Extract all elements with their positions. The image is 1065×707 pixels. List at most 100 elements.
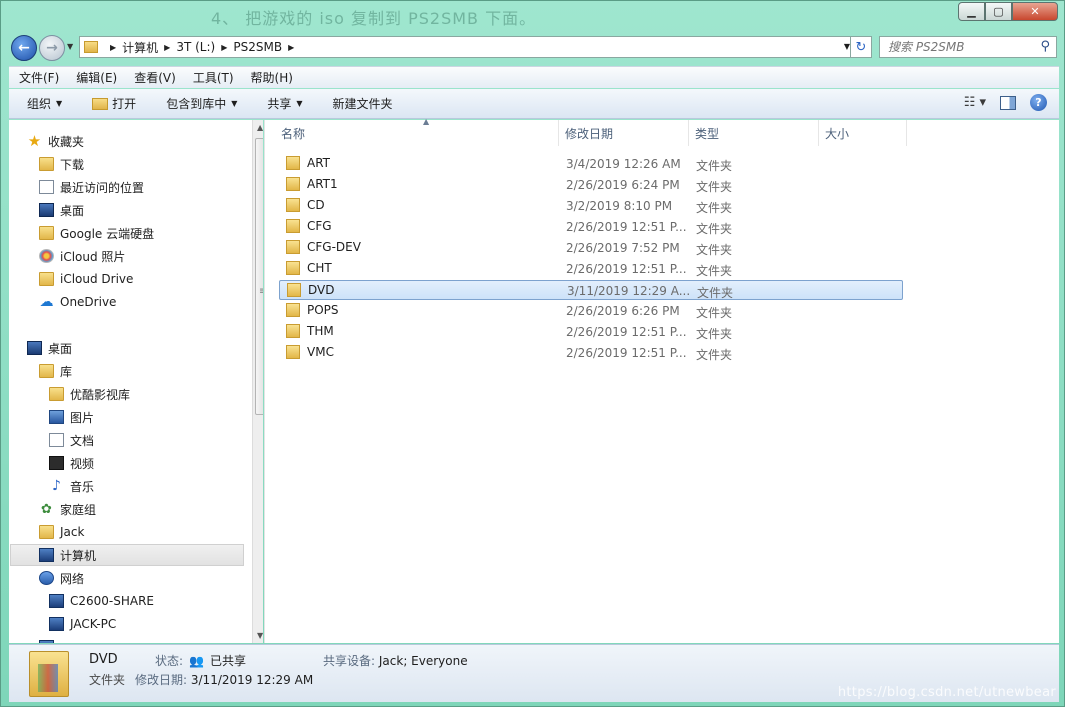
file-row[interactable]: CFG-DEV 2/26/2019 7:52 PM 文件夹: [279, 238, 903, 258]
nav-computer[interactable]: 计算机: [10, 544, 244, 566]
chevron-right-icon[interactable]: ▶: [164, 43, 170, 52]
nav-label: 优酷影视库: [70, 387, 131, 402]
nav-downloads[interactable]: 下载: [39, 153, 263, 175]
caret-down-icon: ▼: [296, 99, 303, 108]
file-row[interactable]: CD 3/2/2019 8:10 PM 文件夹: [279, 196, 903, 216]
search-input[interactable]: [880, 37, 1030, 57]
file-row[interactable]: CFG 2/26/2019 12:51 P... 文件夹: [279, 217, 903, 237]
nav-youku-library[interactable]: 优酷影视库: [49, 383, 263, 405]
nav-network[interactable]: 网络: [39, 567, 263, 589]
computer-icon: [49, 617, 64, 631]
address-bar[interactable]: ▶ 计算机 ▶ 3T (L:) ▶ PS2SMB ▶ ▼: [79, 36, 857, 58]
file-type: 文件夹: [696, 201, 733, 215]
file-name-cell: CFG-DEV: [286, 240, 361, 254]
address-row: ← → ▼ ▶ 计算机 ▶ 3T (L:) ▶ PS2SMB ▶ ▼ ↻ ⚲: [9, 33, 1059, 61]
nav-user-jack[interactable]: Jack: [39, 521, 263, 543]
nav-recent-places[interactable]: 最近访问的位置: [39, 176, 263, 198]
network-icon: [39, 571, 54, 585]
nav-videos[interactable]: 视频: [49, 452, 263, 474]
chevron-right-icon[interactable]: ▶: [288, 43, 294, 52]
new-folder-button[interactable]: 新建文件夹: [333, 95, 393, 112]
column-header-type[interactable]: 类型: [689, 120, 819, 146]
breadcrumb-drive[interactable]: 3T (L:): [176, 40, 215, 54]
title-bar[interactable]: 4、 把游戏的 iso 复制到 PS2SMB 下面。 ▁ ▢ ✕: [1, 1, 1064, 31]
menu-view[interactable]: 查看(V): [134, 69, 176, 86]
file-list-pane[interactable]: 名称 ▲ 修改日期 类型 大小 ART 3/4/2019 12:26 AM 文件夹 AR…: [264, 117, 1059, 643]
menu-edit[interactable]: 编辑(E): [76, 69, 117, 86]
nav-onedrive[interactable]: ☁ OneDrive: [39, 291, 263, 313]
nav-libraries[interactable]: 库: [39, 360, 263, 382]
column-header-modified[interactable]: 修改日期: [559, 120, 689, 146]
nav-cut-off-item[interactable]: [39, 636, 263, 643]
menu-file[interactable]: 文件(F): [19, 69, 59, 86]
menu-help[interactable]: 帮助(H): [251, 69, 293, 86]
star-icon: ★: [27, 132, 42, 150]
nav-icloud-photos[interactable]: iCloud 照片: [39, 245, 263, 267]
column-header-size[interactable]: 大小: [819, 120, 907, 146]
details-item-name: DVD: [89, 652, 118, 667]
history-dropdown-icon[interactable]: ▼: [67, 42, 73, 51]
file-name-cell: CHT: [286, 261, 332, 275]
scroll-down-icon[interactable]: ▼: [257, 631, 263, 640]
file-name-cell: THM: [286, 324, 334, 338]
nav-c2600-share[interactable]: C2600-SHARE: [49, 590, 263, 612]
file-modified: 3/4/2019 12:26 AM: [566, 157, 681, 171]
nav-jack-pc[interactable]: JACK-PC: [49, 613, 263, 635]
organize-button[interactable]: 组织 ▼: [27, 95, 62, 112]
breadcrumb-folder[interactable]: PS2SMB: [233, 40, 282, 54]
open-button[interactable]: 打开: [92, 95, 136, 112]
nav-icloud-drive[interactable]: iCloud Drive: [39, 268, 263, 290]
nav-google-drive[interactable]: Google 云端硬盘: [39, 222, 263, 244]
chevron-right-icon[interactable]: ▶: [221, 43, 227, 52]
nav-favorites[interactable]: ★ 收藏夹: [27, 130, 263, 152]
view-options-icon[interactable]: ☷ ▾: [964, 95, 986, 110]
nav-documents[interactable]: 文档: [49, 429, 263, 451]
homegroup-icon: ✿: [41, 501, 52, 517]
file-row[interactable]: CHT 2/26/2019 12:51 P... 文件夹: [279, 259, 903, 279]
file-row[interactable]: ART1 2/26/2019 6:24 PM 文件夹: [279, 175, 903, 195]
nav-music[interactable]: ♪ 音乐: [49, 475, 263, 497]
navigation-pane[interactable]: ★ 收藏夹 下载 最近访问的位置 桌面 Google 云端硬盘 iCloud 照片…: [9, 120, 263, 643]
search-icon[interactable]: ⚲: [1040, 39, 1050, 54]
icloud-drive-folder-icon: [39, 272, 54, 286]
preview-pane-icon[interactable]: [1000, 95, 1016, 110]
sort-ascending-icon: ▲: [423, 117, 430, 126]
file-row[interactable]: DVD 3/11/2019 12:29 A... 文件夹: [279, 280, 903, 300]
folder-icon: [286, 240, 300, 254]
menu-tools[interactable]: 工具(T): [193, 69, 234, 86]
nav-desktop-favorite[interactable]: 桌面: [39, 199, 263, 221]
breadcrumb-computer[interactable]: 计算机: [122, 39, 158, 56]
minimize-button[interactable]: ▁: [958, 2, 985, 21]
column-modified-label: 修改日期: [565, 126, 614, 141]
file-modified: 2/26/2019 12:51 P...: [566, 325, 687, 339]
nav-label: 网络: [60, 571, 85, 586]
file-row[interactable]: POPS 2/26/2019 6:26 PM 文件夹: [279, 301, 903, 321]
file-name-cell: CD: [286, 198, 325, 212]
state-label: 状态:: [155, 654, 184, 668]
help-icon[interactable]: ?: [1030, 94, 1047, 111]
file-row[interactable]: ART 3/4/2019 12:26 AM 文件夹: [279, 154, 903, 174]
search-box[interactable]: ⚲: [879, 36, 1057, 58]
nav-homegroup[interactable]: ✿ 家庭组: [39, 498, 263, 520]
file-row[interactable]: THM 2/26/2019 12:51 P... 文件夹: [279, 322, 903, 342]
maximize-button[interactable]: ▢: [985, 2, 1012, 21]
organize-label: 组织: [27, 97, 52, 111]
file-row[interactable]: VMC 2/26/2019 12:51 P... 文件夹: [279, 343, 903, 363]
window-title: 4、 把游戏的 iso 复制到 PS2SMB 下面。: [211, 9, 537, 28]
file-type: 文件夹: [696, 327, 733, 341]
view-controls: ☷ ▾ ?: [964, 94, 1047, 111]
file-type: 文件夹: [696, 306, 733, 320]
nav-pictures[interactable]: 图片: [49, 406, 263, 428]
nav-desktop[interactable]: 桌面: [27, 337, 263, 359]
scroll-up-icon[interactable]: ▲: [257, 123, 263, 132]
scrollbar-thumb[interactable]: ≡: [255, 138, 263, 415]
back-button[interactable]: ←: [11, 35, 37, 61]
navigation-scrollbar[interactable]: ▲ ≡ ▼: [252, 120, 263, 643]
close-button[interactable]: ✕: [1012, 2, 1058, 21]
include-in-library-button[interactable]: 包含到库中 ▼: [166, 95, 237, 112]
refresh-button[interactable]: ↻: [850, 36, 872, 58]
chevron-right-icon[interactable]: ▶: [110, 43, 116, 52]
column-header-name[interactable]: 名称 ▲: [275, 117, 559, 146]
share-button[interactable]: 共享 ▼: [267, 95, 302, 112]
forward-button[interactable]: →: [39, 35, 65, 61]
